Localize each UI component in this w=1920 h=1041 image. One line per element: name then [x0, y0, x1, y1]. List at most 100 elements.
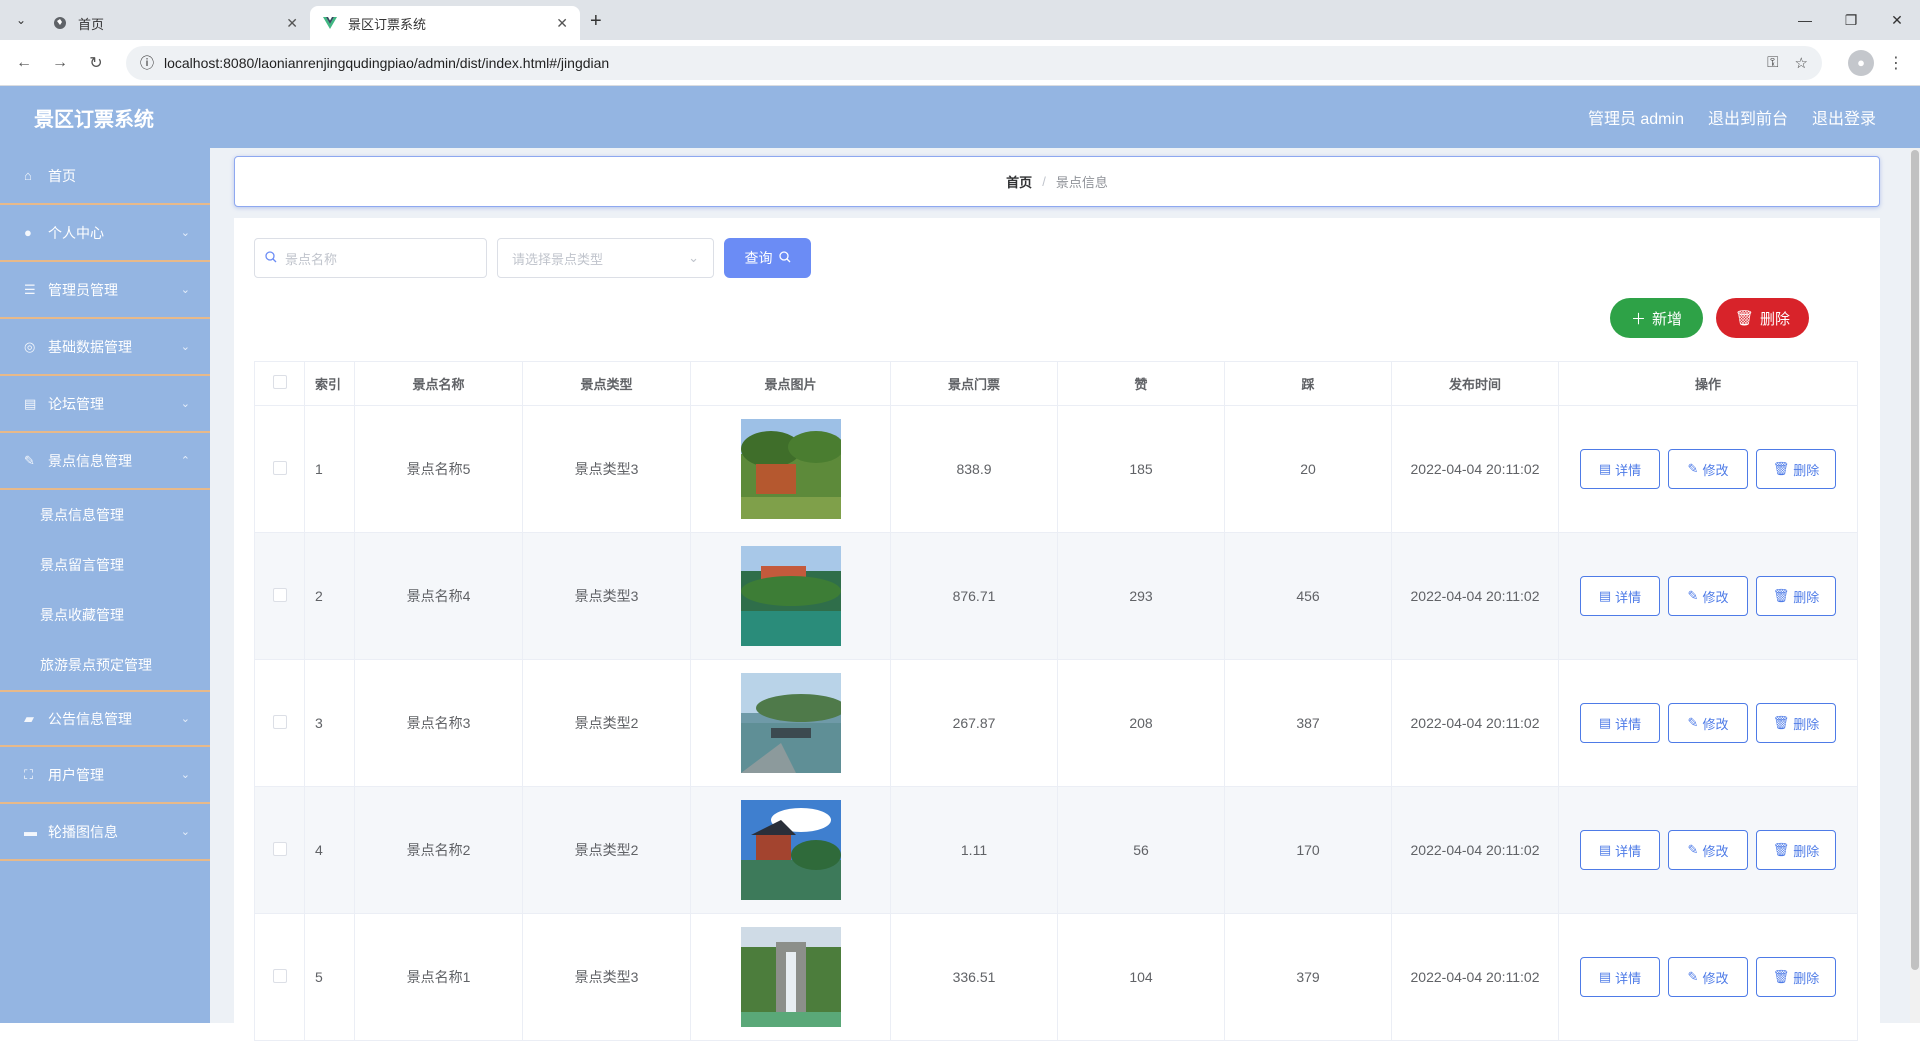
sidebar-item-base-data[interactable]: ◎ 基础数据管理 ⌄ — [0, 319, 210, 376]
cell-like: 56 — [1057, 786, 1225, 914]
submenu-item-scenic-info[interactable]: 景点信息管理 — [0, 490, 210, 540]
table-row: 4 景点名称2 景点类型2 1.11 56 170 2022-04-04 20:… — [254, 786, 1858, 914]
col-dislike: 踩 — [1224, 361, 1392, 406]
cell-actions: ▤ 详情 ✎ 修改 🗑 删除 — [1558, 659, 1858, 787]
app-title: 景区订票系统 — [34, 108, 154, 131]
sidebar-item-carousel[interactable]: ▬ 轮播图信息 ⌄ — [0, 804, 210, 861]
table-row: 2 景点名称4 景点类型3 876.71 293 456 2022-04-04 … — [254, 532, 1858, 660]
delete-button[interactable]: 🗑 删除 — [1756, 576, 1836, 616]
detail-label: 详情 — [1615, 970, 1642, 986]
edit-button[interactable]: ✎ 修改 — [1668, 830, 1748, 870]
sidebar-item-forum[interactable]: ▤ 论坛管理 ⌄ — [0, 376, 210, 433]
breadcrumb-home[interactable]: 首页 — [1006, 172, 1032, 191]
cell-dislike: 456 — [1224, 532, 1392, 660]
star-icon[interactable]: ☆ — [1795, 54, 1808, 72]
front-link[interactable]: 退出到前台 — [1708, 105, 1788, 129]
row-checkbox[interactable] — [272, 714, 287, 729]
scenic-image[interactable] — [740, 927, 841, 1027]
info-icon[interactable]: ⓘ — [140, 53, 154, 73]
row-checkbox[interactable] — [272, 968, 287, 983]
sidebar-item-admins[interactable]: ☰ 管理员管理 ⌄ — [0, 262, 210, 319]
tab-search-button[interactable]: ⌄ — [8, 7, 34, 33]
submenu-item-scenic-comments[interactable]: 景点留言管理 — [0, 540, 210, 590]
breadcrumb-separator: / — [1042, 174, 1046, 189]
detail-button[interactable]: ▤ 详情 — [1580, 449, 1660, 489]
main-content: 首页 / 景点信息 景点名称 请选择景点类型 ⌄ 查询 ＋ 新增 🗑 删除 索引… — [210, 148, 1910, 1041]
sidebar-item-profile[interactable]: ● 个人中心 ⌄ — [0, 205, 210, 262]
edit-button[interactable]: ✎ 修改 — [1668, 449, 1748, 489]
edit-icon: ✎ — [24, 452, 35, 468]
edit-label: 修改 — [1702, 716, 1729, 732]
logout-link[interactable]: 退出登录 — [1812, 105, 1876, 129]
trash-icon: 🗑 — [1772, 842, 1790, 857]
cell-index: 1 — [304, 405, 355, 533]
new-tab-button[interactable]: + — [590, 10, 602, 33]
more-menu-icon[interactable]: ⋮ — [1882, 49, 1910, 77]
breadcrumb: 首页 / 景点信息 — [234, 156, 1880, 207]
detail-button[interactable]: ▤ 详情 — [1580, 703, 1660, 743]
submenu-item-scenic-favorites[interactable]: 景点收藏管理 — [0, 590, 210, 640]
reload-icon[interactable]: ↻ — [82, 49, 110, 77]
detail-label: 详情 — [1615, 589, 1642, 605]
scenic-type-select[interactable]: 请选择景点类型 ⌄ — [497, 238, 714, 278]
sidebar-item-scenic[interactable]: ✎ 景点信息管理 ⌃ — [0, 433, 210, 490]
delete-button[interactable]: 🗑 删除 — [1756, 449, 1836, 489]
minimize-icon[interactable]: — — [1782, 0, 1828, 40]
close-icon[interactable]: ✕ — [286, 15, 298, 32]
sidebar-item-label: 基础数据管理 — [48, 338, 132, 355]
sidebar-item-notice[interactable]: ▰ 公告信息管理 ⌄ — [0, 690, 210, 747]
submenu-item-scenic-bookings[interactable]: 旅游景点预定管理 — [0, 640, 210, 690]
add-button[interactable]: ＋ 新增 — [1610, 298, 1703, 338]
sidebar-item-users[interactable]: ⛶ 用户管理 ⌄ — [0, 747, 210, 804]
query-button[interactable]: 查询 — [724, 238, 811, 278]
browser-tab-home[interactable]: 首页 ✕ — [40, 6, 310, 40]
url-text: localhost:8080/laonianrenjingqudingpiao/… — [164, 54, 610, 71]
close-window-icon[interactable]: ✕ — [1874, 0, 1920, 40]
chevron-down-icon: ⌄ — [180, 284, 190, 296]
back-icon[interactable]: ← — [10, 49, 38, 77]
detail-button[interactable]: ▤ 详情 — [1580, 830, 1660, 870]
trash-icon: 🗑 — [1772, 461, 1790, 476]
sidebar-item-label: 论坛管理 — [48, 395, 104, 412]
restore-icon[interactable]: ❐ — [1828, 0, 1874, 40]
bag-icon: ▰ — [24, 710, 34, 726]
page-scrollbar[interactable] — [1910, 148, 1920, 1023]
row-checkbox[interactable] — [272, 587, 287, 602]
select-all-cell — [254, 361, 305, 406]
scenic-name-input[interactable]: 景点名称 — [254, 238, 487, 278]
search-icon — [778, 250, 791, 266]
detail-button[interactable]: ▤ 详情 — [1580, 957, 1660, 997]
detail-button[interactable]: ▤ 详情 — [1580, 576, 1660, 616]
cell-index: 5 — [304, 913, 355, 1041]
document-icon: ▤ — [1598, 715, 1612, 730]
delete-button[interactable]: 🗑 删除 — [1756, 957, 1836, 997]
cell-type: 景点类型3 — [522, 913, 691, 1041]
select-all-checkbox[interactable] — [272, 375, 287, 389]
scenic-table: 索引 景点名称 景点类型 景点图片 景点门票 赞 踩 发布时间 操作 1 景点名… — [254, 361, 1858, 1041]
profile-avatar[interactable]: ● — [1848, 49, 1874, 76]
row-checkbox[interactable] — [272, 460, 287, 475]
delete-button[interactable]: 🗑 删除 — [1756, 703, 1836, 743]
row-checkbox[interactable] — [272, 841, 287, 856]
scenic-image[interactable] — [740, 800, 841, 900]
vue-icon — [322, 15, 338, 31]
scenic-image[interactable] — [740, 546, 841, 646]
close-icon[interactable]: ✕ — [556, 15, 568, 32]
browser-tab-active[interactable]: 景区订票系统 ✕ — [310, 6, 580, 40]
edit-button[interactable]: ✎ 修改 — [1668, 703, 1748, 743]
submenu-scenic: 景点信息管理 景点留言管理 景点收藏管理 旅游景点预定管理 — [0, 490, 210, 690]
scenic-image[interactable] — [740, 673, 841, 773]
edit-button[interactable]: ✎ 修改 — [1668, 957, 1748, 997]
forward-icon[interactable]: → — [46, 49, 74, 77]
edit-button[interactable]: ✎ 修改 — [1668, 576, 1748, 616]
cell-type: 景点类型3 — [522, 405, 691, 533]
batch-delete-button[interactable]: 🗑 删除 — [1716, 298, 1809, 338]
url-field[interactable]: ⓘ localhost:8080/laonianrenjingqudingpia… — [126, 45, 1822, 80]
key-icon[interactable]: ⚿ — [1767, 54, 1778, 72]
sidebar-item-home[interactable]: ⌂ 首页 — [0, 148, 210, 205]
address-bar: ← → ↻ ⓘ localhost:8080/laonianrenjingqud… — [0, 40, 1920, 86]
scenic-image[interactable] — [740, 419, 841, 519]
scrollbar-thumb[interactable] — [1911, 150, 1919, 970]
scenic-name-placeholder: 景点名称 — [285, 251, 338, 267]
delete-button[interactable]: 🗑 删除 — [1756, 830, 1836, 870]
